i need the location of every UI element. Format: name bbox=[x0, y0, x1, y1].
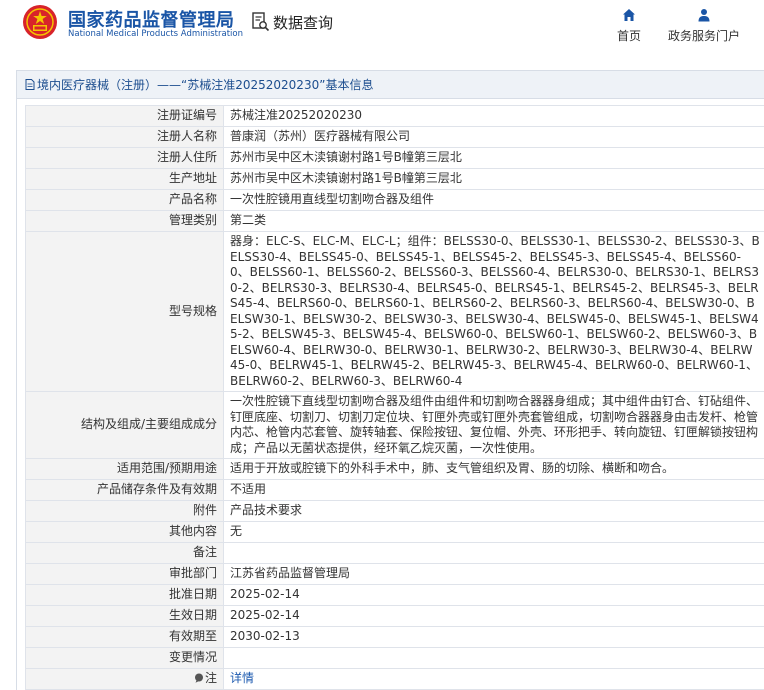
table-row: 变更情况 bbox=[26, 648, 764, 669]
table-row: 产品储存条件及有效期 不适用 bbox=[26, 480, 764, 501]
row-value: 器身：ELC-S、ELC-M、ELC-L；组件：BELSS30-0、BELSS3… bbox=[224, 232, 764, 392]
panel-title: 境内医疗器械（注册）——“苏械注准20252020230”基本信息 bbox=[17, 71, 764, 99]
table-row: 注册证编号 苏械注准20252020230 bbox=[26, 106, 764, 127]
row-label: 审批部门 bbox=[26, 564, 224, 585]
row-label: 附件 bbox=[26, 501, 224, 522]
row-label: 生产地址 bbox=[26, 169, 224, 190]
row-label: 生效日期 bbox=[26, 606, 224, 627]
row-value: 产品技术要求 bbox=[224, 501, 764, 522]
table-row: 适用范围/预期用途 适用于开放或腔镜下的外科手术中，肺、支气管组织及胃、肠的切除… bbox=[26, 459, 764, 480]
row-value: 2030-02-13 bbox=[224, 627, 764, 648]
row-label: 注册证编号 bbox=[26, 106, 224, 127]
row-value: 第二类 bbox=[224, 211, 764, 232]
table-row: 有效期至 2030-02-13 bbox=[26, 627, 764, 648]
nav-portal-label: 政务服务门户 bbox=[668, 29, 740, 43]
table-row: 管理类别 第二类 bbox=[26, 211, 764, 232]
data-query-title: 数据查询 bbox=[273, 12, 333, 33]
panel-title-dash: —— bbox=[157, 78, 181, 92]
row-value: 苏州市吴中区木渎镇谢村路1号B幢第三层北 bbox=[224, 169, 764, 190]
comment-icon bbox=[194, 673, 204, 683]
detail-panel: 境内医疗器械（注册）——“苏械注准20252020230”基本信息 注册证编号 … bbox=[16, 70, 764, 690]
row-label: 有效期至 bbox=[26, 627, 224, 648]
note-value: 详情 bbox=[224, 669, 764, 690]
row-label: 其他内容 bbox=[26, 522, 224, 543]
row-label: 产品名称 bbox=[26, 190, 224, 211]
table-row-note: 注 详情 bbox=[26, 669, 764, 690]
nav-home-label: 首页 bbox=[617, 29, 641, 43]
table-row: 注册人名称 普康润（苏州）医疗器械有限公司 bbox=[26, 127, 764, 148]
site-header: 国家药品监督管理局 National Medical Products Admi… bbox=[0, 0, 764, 60]
table-row: 附件 产品技术要求 bbox=[26, 501, 764, 522]
note-label-text: 注 bbox=[205, 671, 217, 685]
info-table: 注册证编号 苏械注准20252020230 注册人名称 普康润（苏州）医疗器械有… bbox=[25, 105, 764, 690]
row-value: 一次性腔镜下直线型切割吻合器及组件由组件和切割吻合器器身组成；其中组件由钉合、钉… bbox=[224, 392, 764, 459]
panel-title-suffix: 基本信息 bbox=[325, 78, 373, 92]
row-value: 苏械注准20252020230 bbox=[224, 106, 764, 127]
row-label: 注册人名称 bbox=[26, 127, 224, 148]
brand-name-en: National Medical Products Administration bbox=[68, 29, 243, 39]
row-label: 管理类别 bbox=[26, 211, 224, 232]
table-row: 其他内容 无 bbox=[26, 522, 764, 543]
user-icon bbox=[697, 8, 711, 22]
row-value: 2025-02-14 bbox=[224, 585, 764, 606]
row-label: 结构及组成/主要组成成分 bbox=[26, 392, 224, 459]
table-row: 生效日期 2025-02-14 bbox=[26, 606, 764, 627]
nav-home[interactable]: 首页 bbox=[612, 8, 646, 44]
panel-title-prefix: 境内医疗器械（注册） bbox=[37, 78, 157, 92]
row-value bbox=[224, 648, 764, 669]
row-label: 型号规格 bbox=[26, 232, 224, 392]
nav-service-portal[interactable]: 政务服务门户 bbox=[664, 8, 744, 44]
row-label: 批准日期 bbox=[26, 585, 224, 606]
document-icon bbox=[25, 79, 35, 90]
row-label: 变更情况 bbox=[26, 648, 224, 669]
row-value: 普康润（苏州）医疗器械有限公司 bbox=[224, 127, 764, 148]
table-row: 产品名称 一次性腔镜用直线型切割吻合器及组件 bbox=[26, 190, 764, 211]
table-row: 批准日期 2025-02-14 bbox=[26, 585, 764, 606]
row-value: 苏州市吴中区木渎镇谢村路1号B幢第三层北 bbox=[224, 148, 764, 169]
table-row: 生产地址 苏州市吴中区木渎镇谢村路1号B幢第三层北 bbox=[26, 169, 764, 190]
table-row: 型号规格 器身：ELC-S、ELC-M、ELC-L；组件：BELSS30-0、B… bbox=[26, 232, 764, 392]
row-value bbox=[224, 543, 764, 564]
data-query-icon bbox=[252, 12, 270, 32]
table-row: 结构及组成/主要组成成分 一次性腔镜下直线型切割吻合器及组件由组件和切割吻合器器… bbox=[26, 392, 764, 459]
detail-link[interactable]: 详情 bbox=[230, 671, 254, 685]
row-value: 一次性腔镜用直线型切割吻合器及组件 bbox=[224, 190, 764, 211]
row-value: 2025-02-14 bbox=[224, 606, 764, 627]
national-emblem-icon bbox=[22, 4, 58, 40]
row-label: 产品储存条件及有效期 bbox=[26, 480, 224, 501]
table-row: 注册人住所 苏州市吴中区木渎镇谢村路1号B幢第三层北 bbox=[26, 148, 764, 169]
table-row: 备注 bbox=[26, 543, 764, 564]
row-value: 适用于开放或腔镜下的外科手术中，肺、支气管组织及胃、肠的切除、横断和吻合。 bbox=[224, 459, 764, 480]
home-icon bbox=[622, 8, 636, 22]
row-value: 不适用 bbox=[224, 480, 764, 501]
row-label: 备注 bbox=[26, 543, 224, 564]
row-label: 注册人住所 bbox=[26, 148, 224, 169]
table-row: 审批部门 江苏省药品监督管理局 bbox=[26, 564, 764, 585]
row-value: 江苏省药品监督管理局 bbox=[224, 564, 764, 585]
note-label: 注 bbox=[26, 669, 224, 690]
row-label: 适用范围/预期用途 bbox=[26, 459, 224, 480]
panel-title-record: “苏械注准20252020230” bbox=[181, 78, 325, 92]
row-value: 无 bbox=[224, 522, 764, 543]
